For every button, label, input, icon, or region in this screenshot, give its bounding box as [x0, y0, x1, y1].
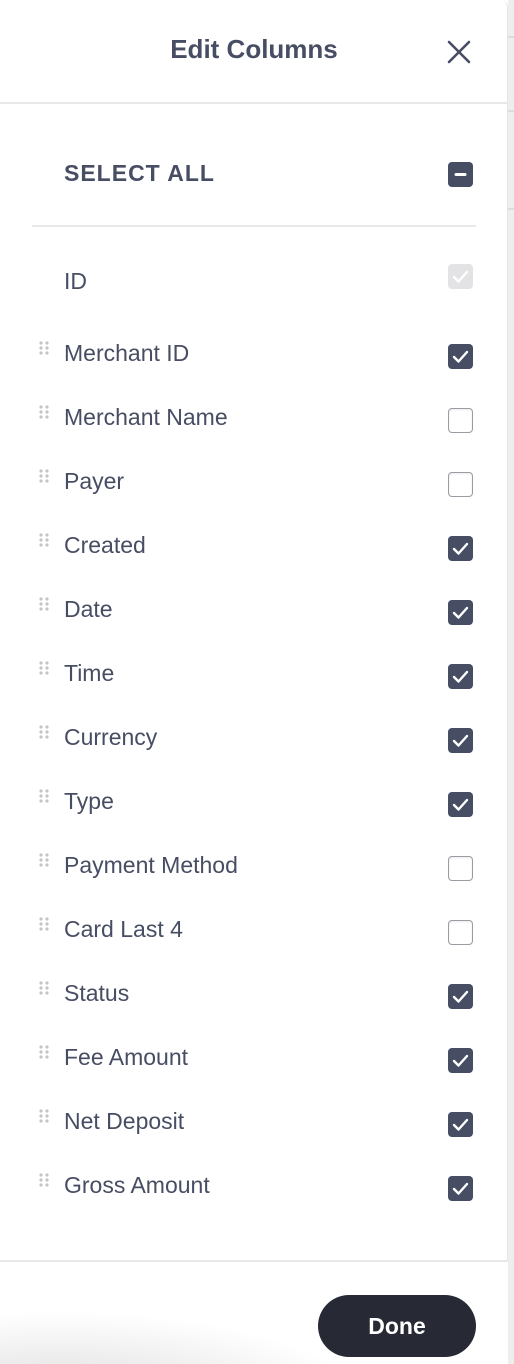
column-label: Time: [64, 660, 115, 686]
column-label: Net Deposit: [64, 1108, 185, 1134]
checkmark-icon: [452, 990, 469, 1003]
background-edge: [508, 0, 514, 1364]
column-label: Gross Amount: [64, 1172, 210, 1198]
column-checkbox[interactable]: [448, 664, 473, 689]
column-item: Fee Amount: [32, 1044, 476, 1108]
column-checkbox[interactable]: [448, 1048, 473, 1073]
checkmark-icon: [452, 734, 469, 747]
select-all-row: SELECT ALL: [32, 130, 476, 227]
background-divider: [508, 110, 514, 112]
column-checkbox[interactable]: [448, 408, 473, 433]
column-checkbox[interactable]: [448, 536, 473, 561]
column-item: Merchant Name: [32, 404, 476, 468]
drag-handle-icon[interactable]: [38, 660, 50, 678]
column-label: Payer: [64, 468, 125, 494]
column-checkbox: [448, 264, 473, 289]
column-item: Payment Method: [32, 852, 476, 916]
column-item: Time: [32, 660, 476, 724]
column-item: Currency: [32, 724, 476, 788]
column-checkbox[interactable]: [448, 728, 473, 753]
column-label: Type: [64, 788, 114, 814]
drag-handle-icon[interactable]: [38, 852, 50, 870]
column-item: ID: [32, 264, 476, 332]
dialog-footer: Done: [0, 1260, 508, 1364]
column-item: Merchant ID: [32, 340, 476, 404]
minus-icon: [454, 173, 467, 176]
checkmark-icon: [452, 606, 469, 619]
column-label: Date: [64, 596, 113, 622]
done-button[interactable]: Done: [318, 1295, 476, 1357]
drag-handle-icon[interactable]: [38, 468, 50, 486]
column-label: Status: [64, 980, 130, 1006]
checkmark-icon: [452, 350, 469, 363]
checkmark-icon: [452, 798, 469, 811]
checkmark-icon: [452, 270, 469, 283]
select-all-checkbox[interactable]: [448, 162, 473, 187]
drag-handle-icon[interactable]: [38, 340, 50, 358]
checkmark-icon: [452, 1118, 469, 1131]
checkmark-icon: [452, 1054, 469, 1067]
checkmark-icon: [452, 542, 469, 555]
column-label: Merchant ID: [64, 340, 190, 366]
column-item: Type: [32, 788, 476, 852]
select-all-label: SELECT ALL: [64, 160, 215, 186]
column-label: Payment Method: [64, 852, 238, 878]
column-checkbox[interactable]: [448, 792, 473, 817]
drag-handle-icon[interactable]: [38, 596, 50, 614]
column-item: Net Deposit: [32, 1108, 476, 1172]
column-checkbox[interactable]: [448, 600, 473, 625]
column-item: Payer: [32, 468, 476, 532]
checkmark-icon: [452, 1182, 469, 1195]
drag-handle-icon[interactable]: [38, 1044, 50, 1062]
drag-handle-icon[interactable]: [38, 532, 50, 550]
column-checkbox[interactable]: [448, 856, 473, 881]
column-label: ID: [64, 268, 87, 294]
column-item: Status: [32, 980, 476, 1044]
dialog-header: Edit Columns: [0, 0, 508, 104]
drag-handle-icon[interactable]: [38, 1108, 50, 1126]
close-button[interactable]: [444, 37, 474, 67]
column-checkbox[interactable]: [448, 920, 473, 945]
drag-handle-icon[interactable]: [38, 980, 50, 998]
drag-handle-icon[interactable]: [38, 916, 50, 934]
close-icon: [447, 40, 471, 64]
background-divider: [508, 36, 514, 38]
column-checkbox[interactable]: [448, 1112, 473, 1137]
column-checkbox[interactable]: [448, 984, 473, 1009]
column-label: Created: [64, 532, 146, 558]
drag-handle-icon[interactable]: [38, 788, 50, 806]
drag-handle-icon[interactable]: [38, 1172, 50, 1190]
column-label: Card Last 4: [64, 916, 183, 942]
dialog-title: Edit Columns: [170, 34, 338, 64]
edit-columns-dialog: Edit Columns SELECT ALL ID Merchant ID Mer…: [0, 0, 508, 1364]
column-item: Created: [32, 532, 476, 596]
column-item: Date: [32, 596, 476, 660]
drag-handle-icon[interactable]: [38, 724, 50, 742]
column-label: Fee Amount: [64, 1044, 189, 1070]
column-item: Card Last 4: [32, 916, 476, 980]
column-checkbox[interactable]: [448, 1176, 473, 1201]
column-item: Gross Amount: [32, 1172, 476, 1236]
column-label: Merchant Name: [64, 404, 228, 430]
column-checkbox[interactable]: [448, 344, 473, 369]
column-checkbox[interactable]: [448, 472, 473, 497]
background-divider: [508, 208, 514, 210]
column-label: Currency: [64, 724, 158, 750]
checkmark-icon: [452, 670, 469, 683]
drag-handle-icon[interactable]: [38, 404, 50, 422]
